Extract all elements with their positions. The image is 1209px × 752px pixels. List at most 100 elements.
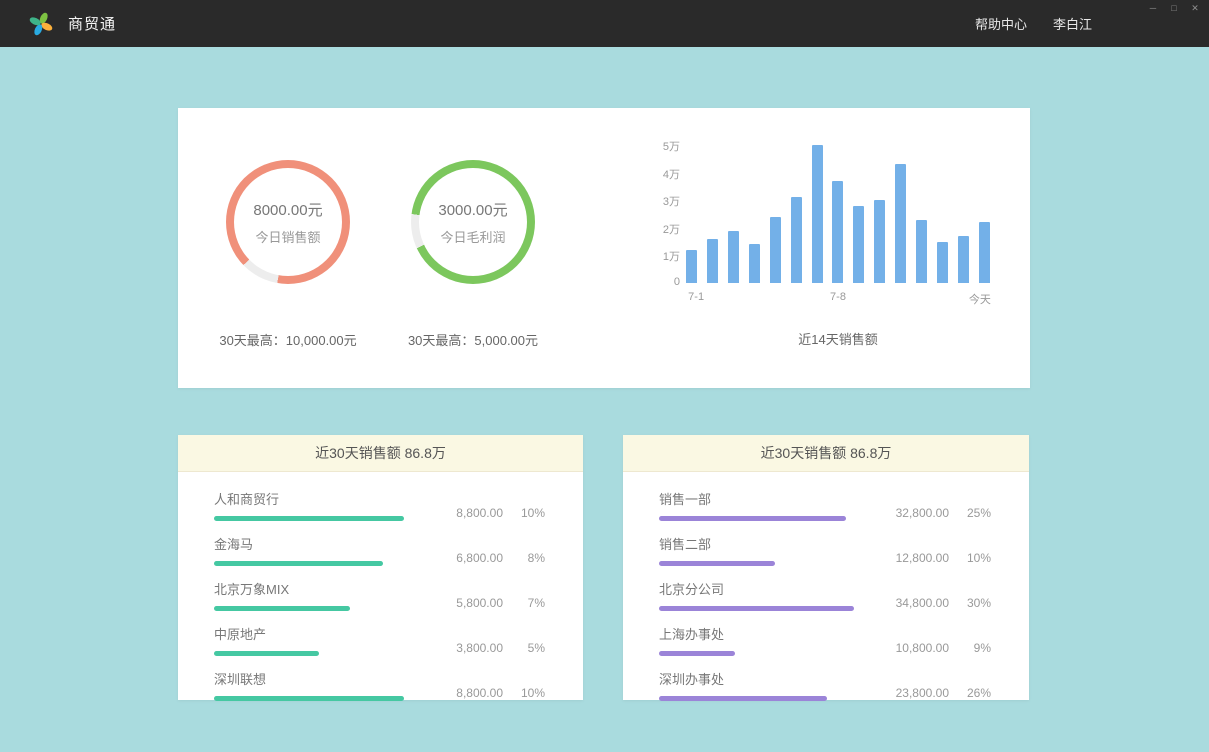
bar (707, 239, 718, 283)
bar (728, 231, 739, 283)
percent: 10% (511, 686, 545, 700)
customer-name: 人和商贸行 (214, 489, 423, 508)
percent: 7% (511, 596, 545, 610)
kpi-caption: 今日毛利润 (440, 227, 505, 246)
user-name-link[interactable]: 李白江 (1053, 14, 1092, 33)
progress-bar (659, 696, 827, 701)
progress-bar (659, 561, 775, 566)
row-values: 3,800.00 5% (456, 641, 545, 656)
bar (812, 145, 823, 283)
percent: 10% (511, 506, 545, 520)
bar-chart-plot: 7-17-8今天 (686, 145, 990, 283)
x-tick-label: 7-1 (688, 291, 704, 303)
kpi-value: 8000.00元 (253, 199, 322, 220)
panel-title: 近30天销售额 86.8万 (623, 435, 1029, 472)
maximize-icon[interactable]: □ (1168, 2, 1180, 14)
list-item: 销售一部 32,800.00 25% (659, 489, 991, 521)
progress-bar (659, 606, 854, 611)
bar (916, 220, 927, 283)
bar (686, 250, 697, 283)
window-controls: ─ □ ✕ (1147, 2, 1201, 14)
progress-bar (659, 516, 846, 521)
row-values: 10,800.00 9% (896, 641, 991, 656)
customer-sales-panel: 近30天销售额 86.8万 人和商贸行 8,800.0010% 金海马 6,80… (178, 435, 583, 700)
titlebar: 商贸通 帮助中心 李白江 ─ □ ✕ (0, 0, 1209, 47)
close-icon[interactable]: ✕ (1189, 2, 1201, 14)
kpi-today-sales: 8000.00元 今日销售额 30天最高：10,000.00元 (188, 160, 388, 349)
row-values: 6,800.00 8% (456, 551, 545, 566)
department-name: 北京分公司 (659, 579, 869, 598)
bar (832, 181, 843, 283)
amount: 12,800.00 (896, 551, 949, 565)
kpi-value: 3000.00元 (438, 199, 507, 220)
bar (749, 244, 760, 283)
list-item: 北京万象MIX 5,800.00 7% (214, 579, 545, 611)
percent: 26% (957, 686, 991, 700)
bar (853, 206, 864, 283)
list-item: 北京分公司 34,800.0030% (659, 579, 991, 611)
kpi-footer: 30天最高：5,000.00元 (373, 330, 573, 349)
percent: 25% (957, 506, 991, 520)
amount: 10,800.00 (896, 641, 949, 655)
percent: 9% (957, 641, 991, 655)
y-tick-label: 0 (608, 276, 680, 288)
x-tick-label: 今天 (969, 291, 991, 307)
sales-donut-ring: 8000.00元 今日销售额 (226, 160, 350, 284)
customer-name: 北京万象MIX (214, 579, 423, 598)
list-item: 深圳联想 8,800.00 10% (214, 669, 545, 701)
list-item: 上海办事处 10,800.00 9% (659, 624, 991, 656)
bar-chart-title: 近14天销售额 (686, 329, 990, 348)
amount: 8,800.00 (456, 506, 503, 520)
department-name: 深圳办事处 (659, 669, 869, 688)
bar (770, 217, 781, 283)
x-tick-label: 7-8 (830, 291, 846, 303)
y-tick-label: 2万 (608, 221, 680, 237)
department-name: 销售一部 (659, 489, 869, 508)
progress-bar (214, 516, 404, 521)
row-values: 8,800.00 10% (456, 506, 545, 521)
department-name: 上海办事处 (659, 624, 869, 643)
y-tick-label: 1万 (608, 248, 680, 264)
row-values: 34,800.0030% (896, 596, 991, 611)
minimize-icon[interactable]: ─ (1147, 2, 1159, 14)
amount: 3,800.00 (456, 641, 503, 655)
progress-bar (214, 651, 319, 656)
summary-panel: 8000.00元 今日销售额 30天最高：10,000.00元 3000.00元… (178, 108, 1030, 388)
bar (979, 222, 990, 283)
progress-bar (214, 696, 404, 701)
department-sales-panel: 近30天销售额 86.8万 销售一部 32,800.00 25% 销售二部 12,… (623, 435, 1029, 700)
profit-donut-ring: 3000.00元 今日毛利润 (411, 160, 535, 284)
bar (958, 236, 969, 283)
department-name: 销售二部 (659, 534, 869, 553)
percent: 10% (957, 551, 991, 565)
amount: 5,800.00 (456, 596, 503, 610)
bar-chart-yticks: 5万 4万 3万 2万 1万 0 (608, 145, 680, 283)
app-logo-pinwheel-icon (28, 11, 54, 37)
customer-name: 金海马 (214, 534, 423, 553)
list-item: 金海马 6,800.00 8% (214, 534, 545, 566)
row-values: 23,800.00 26% (896, 686, 991, 701)
bar (791, 197, 802, 283)
customer-name: 深圳联想 (214, 669, 423, 688)
row-values: 12,800.00 10% (896, 551, 991, 566)
help-center-link[interactable]: 帮助中心 (975, 14, 1027, 33)
amount: 32,800.00 (896, 506, 949, 520)
y-tick-label: 5万 (608, 138, 680, 154)
amount: 8,800.00 (456, 686, 503, 700)
list-item: 深圳办事处 23,800.00 26% (659, 669, 991, 701)
progress-bar (214, 606, 350, 611)
amount: 6,800.00 (456, 551, 503, 565)
y-tick-label: 3万 (608, 193, 680, 209)
customer-name: 中原地产 (214, 624, 423, 643)
app-title: 商贸通 (68, 13, 116, 34)
bar (874, 200, 885, 283)
amount: 23,800.00 (896, 686, 949, 700)
percent: 8% (511, 551, 545, 565)
list-item: 中原地产 3,800.00 5% (214, 624, 545, 656)
percent: 5% (511, 641, 545, 655)
amount: 34,800.00 (896, 596, 949, 610)
progress-bar (659, 651, 735, 656)
kpi-footer: 30天最高：10,000.00元 (188, 330, 388, 349)
row-values: 32,800.00 25% (896, 506, 991, 521)
kpi-today-profit: 3000.00元 今日毛利润 30天最高：5,000.00元 (373, 160, 573, 349)
